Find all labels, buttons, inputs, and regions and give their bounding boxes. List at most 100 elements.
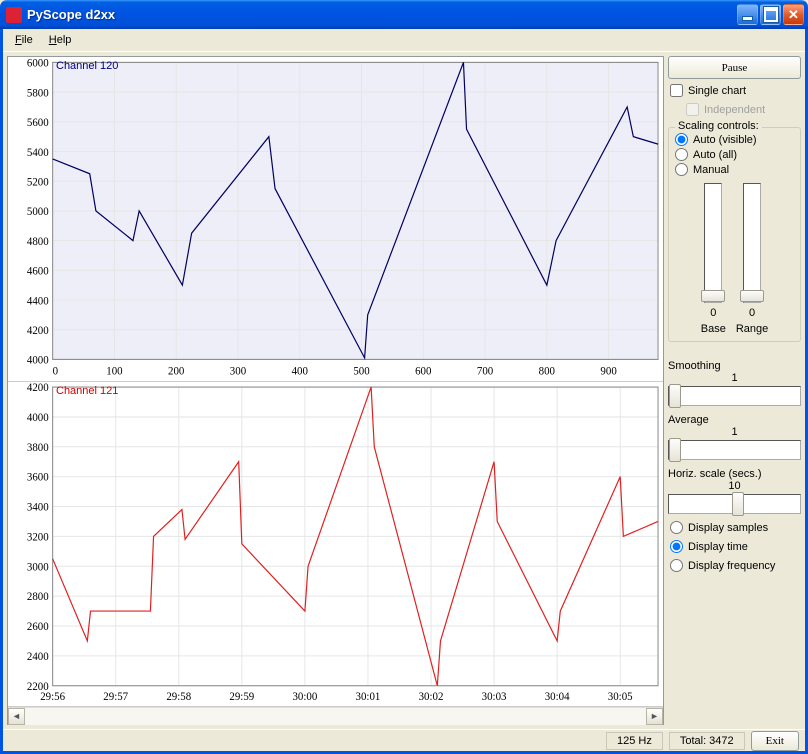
menu-help[interactable]: Help (43, 32, 78, 48)
chart-title-2: Channel 121 (56, 385, 118, 397)
svg-text:5600: 5600 (27, 117, 49, 129)
independent-input (686, 103, 699, 116)
svg-text:0: 0 (53, 365, 59, 377)
base-slider-label: Base (701, 323, 726, 335)
scroll-right-button[interactable]: ► (646, 708, 663, 725)
titlebar: PyScope d2xx (0, 0, 808, 29)
pause-button[interactable]: Pause (668, 56, 801, 79)
radio-display-frequency-input[interactable] (670, 559, 683, 572)
svg-text:6000: 6000 (27, 57, 49, 69)
svg-text:100: 100 (106, 365, 123, 377)
radio-display-samples-label: Display samples (688, 522, 768, 534)
close-button[interactable] (783, 4, 804, 25)
svg-text:3600: 3600 (27, 472, 49, 484)
hscale-label: Horiz. scale (secs.) (668, 468, 801, 480)
svg-text:2600: 2600 (27, 621, 49, 633)
svg-text:4000: 4000 (27, 354, 49, 366)
hscale-slider[interactable] (668, 494, 801, 514)
statusbar: 125 Hz Total: 3472 Exit (3, 729, 805, 751)
svg-text:3400: 3400 (27, 501, 49, 513)
chart-channel-120: Channel 120 4000420044004600480050005200… (8, 57, 663, 382)
radio-display-time-input[interactable] (670, 540, 683, 553)
radio-auto-all-input[interactable] (675, 148, 688, 161)
svg-text:30:00: 30:00 (292, 691, 317, 703)
average-label: Average (668, 414, 801, 426)
average-value: 1 (668, 426, 801, 438)
svg-text:5800: 5800 (27, 87, 49, 99)
side-panel: Pause Single chart Independent Scaling c… (668, 56, 801, 725)
status-total: Total: 3472 (669, 732, 745, 750)
svg-text:4000: 4000 (27, 412, 49, 424)
window-controls (737, 4, 804, 25)
smoothing-control: Smoothing 1 (668, 358, 801, 408)
hscale-value: 10 (668, 480, 801, 492)
independent-checkbox: Independent (668, 102, 801, 117)
smoothing-slider[interactable] (668, 386, 801, 406)
single-chart-input[interactable] (670, 84, 683, 97)
svg-text:29:59: 29:59 (229, 691, 254, 703)
radio-auto-visible-input[interactable] (675, 133, 688, 146)
svg-text:30:03: 30:03 (482, 691, 507, 703)
svg-text:30:04: 30:04 (545, 691, 570, 703)
svg-text:4400: 4400 (27, 295, 49, 307)
range-slider[interactable]: 0 Range (736, 183, 768, 335)
average-slider[interactable] (668, 440, 801, 460)
chart-title-1: Channel 120 (56, 60, 118, 72)
single-chart-checkbox[interactable]: Single chart (668, 83, 801, 98)
svg-text:2800: 2800 (27, 591, 49, 603)
base-slider[interactable]: 0 Base (701, 183, 726, 335)
radio-display-time[interactable]: Display time (668, 539, 801, 554)
radio-auto-all-label: Auto (all) (693, 149, 737, 161)
independent-label: Independent (704, 104, 765, 116)
radio-auto-visible[interactable]: Auto (visible) (673, 132, 796, 147)
average-control: Average 1 (668, 412, 801, 462)
svg-text:4800: 4800 (27, 236, 49, 248)
chart-panel: Channel 120 4000420044004600480050005200… (7, 56, 664, 725)
hscale-control: Horiz. scale (secs.) 10 (668, 466, 801, 516)
svg-text:3200: 3200 (27, 531, 49, 543)
exit-button[interactable]: Exit (751, 731, 799, 751)
svg-text:5400: 5400 (27, 146, 49, 158)
radio-display-time-label: Display time (688, 541, 748, 553)
status-hz: 125 Hz (606, 732, 663, 750)
svg-text:200: 200 (168, 365, 185, 377)
radio-auto-all[interactable]: Auto (all) (673, 147, 796, 162)
scaling-controls-group: Scaling controls: Auto (visible) Auto (a… (668, 127, 801, 342)
chart-channel-121: Channel 121 2200240026002800300032003400… (8, 382, 663, 707)
svg-text:2400: 2400 (27, 651, 49, 663)
menu-file[interactable]: File (9, 32, 39, 48)
scroll-track[interactable] (25, 708, 646, 725)
radio-display-frequency[interactable]: Display frequency (668, 558, 801, 573)
svg-text:5200: 5200 (27, 176, 49, 188)
svg-text:3000: 3000 (27, 561, 49, 573)
svg-text:4200: 4200 (27, 382, 49, 394)
radio-manual[interactable]: Manual (673, 162, 796, 177)
svg-text:600: 600 (415, 365, 432, 377)
svg-text:29:56: 29:56 (40, 691, 65, 703)
range-slider-value: 0 (749, 307, 755, 319)
svg-text:30:05: 30:05 (608, 691, 633, 703)
single-chart-label: Single chart (688, 85, 746, 97)
menubar: File Help (3, 29, 805, 52)
svg-text:29:58: 29:58 (166, 691, 191, 703)
svg-text:500: 500 (353, 365, 370, 377)
radio-manual-input[interactable] (675, 163, 688, 176)
svg-text:29:57: 29:57 (103, 691, 128, 703)
minimize-button[interactable] (737, 4, 758, 25)
radio-display-samples-input[interactable] (670, 521, 683, 534)
svg-text:4600: 4600 (27, 265, 49, 277)
svg-text:30:01: 30:01 (356, 691, 381, 703)
svg-text:300: 300 (230, 365, 247, 377)
radio-display-frequency-label: Display frequency (688, 560, 775, 572)
svg-text:700: 700 (477, 365, 494, 377)
svg-text:5000: 5000 (27, 206, 49, 218)
maximize-button[interactable] (760, 4, 781, 25)
window-title: PyScope d2xx (27, 7, 737, 22)
radio-display-samples[interactable]: Display samples (668, 520, 801, 535)
svg-text:3800: 3800 (27, 442, 49, 454)
smoothing-value: 1 (668, 372, 801, 384)
scroll-left-button[interactable]: ◄ (8, 708, 25, 725)
horizontal-scrollbar[interactable]: ◄ ► (8, 707, 663, 724)
radio-auto-visible-label: Auto (visible) (693, 134, 757, 146)
svg-text:800: 800 (539, 365, 556, 377)
